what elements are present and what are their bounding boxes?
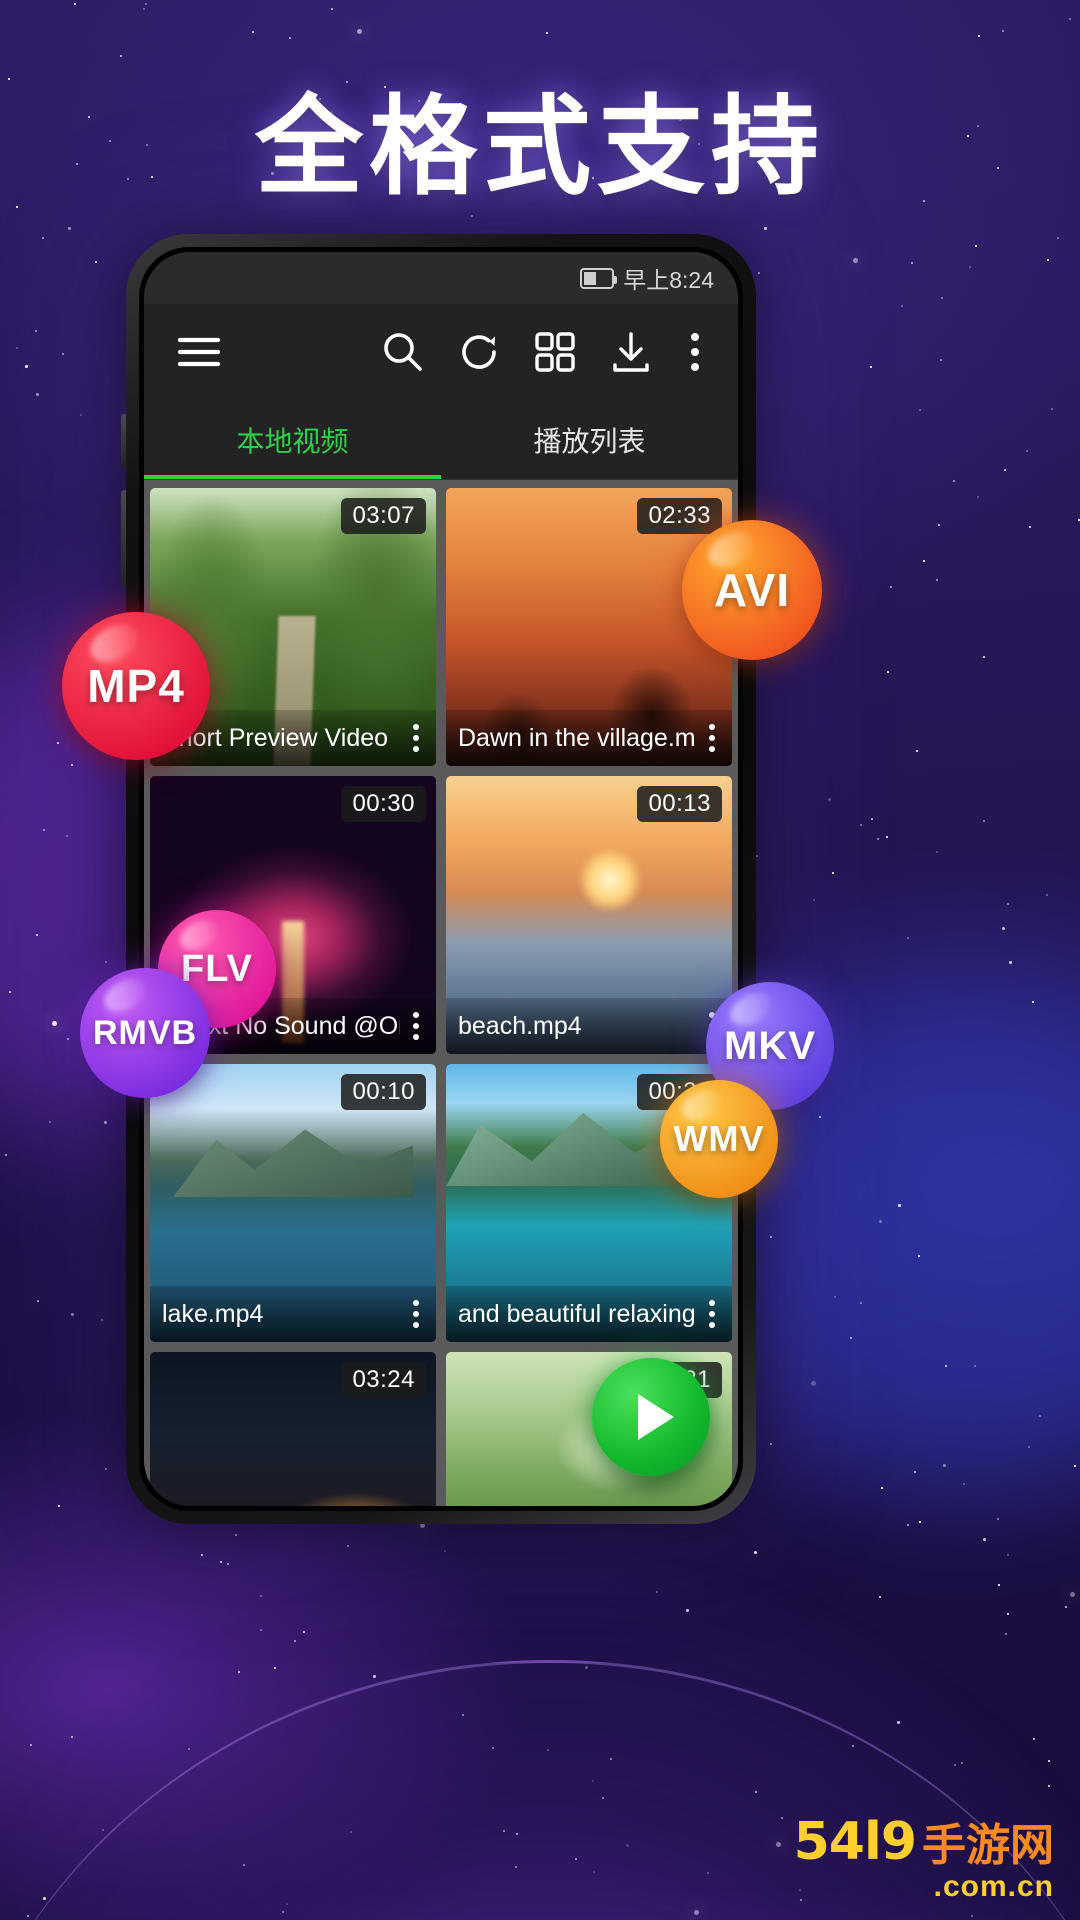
video-title: Dawn in the village.mp4	[458, 723, 696, 752]
watermark-main: 54l9	[793, 1812, 917, 1872]
tab-local-videos-label: 本地视频	[236, 424, 349, 458]
format-bubble-avi: AVI	[682, 520, 822, 660]
video-caption: lake.mp4	[150, 1286, 436, 1342]
status-time: 早上8:24	[623, 267, 714, 293]
format-bubble-label: RMVB	[92, 1013, 198, 1052]
format-bubble-label: MP4	[87, 660, 185, 712]
play-fab-button[interactable]	[592, 1358, 710, 1476]
status-bar: 早上8:24	[144, 252, 738, 304]
video-duration: 03:24	[341, 1362, 426, 1398]
video-duration: 03:07	[341, 498, 426, 534]
watermark-cn: 手游网	[922, 1821, 1054, 1870]
watermark-domain: .com.cn	[933, 1870, 1054, 1903]
video-duration: 00:13	[637, 786, 722, 822]
video-card[interactable]: 03:24k drone video of the cra	[150, 1352, 436, 1506]
play-icon	[638, 1394, 674, 1440]
search-icon[interactable]	[374, 323, 432, 381]
video-title: and beautiful relaxing m	[458, 1299, 696, 1328]
format-bubble-label: FLV	[181, 947, 253, 990]
video-card[interactable]: 02:33 Dawn in the village.mp4	[446, 488, 732, 766]
page-title: 全格式支持	[254, 85, 825, 210]
format-bubble-label: MKV	[724, 1023, 816, 1068]
video-title: lake.mp4	[162, 1299, 264, 1328]
site-watermark: 54l9 手游网 .com.cn	[794, 1816, 1054, 1902]
tab-bar: 本地视频 播放列表	[144, 400, 738, 480]
video-caption: beach.mp4	[446, 998, 732, 1054]
phone-volume-button	[121, 414, 126, 468]
video-duration: 00:30	[341, 786, 426, 822]
video-title: beach.mp4	[458, 1011, 582, 1040]
format-bubble-mp4: MP4	[62, 612, 210, 760]
menu-icon[interactable]	[170, 323, 228, 381]
video-more-icon[interactable]	[400, 724, 432, 752]
video-more-icon[interactable]	[400, 1012, 432, 1040]
video-card[interactable]: 00:13 beach.mp4	[446, 776, 732, 1054]
video-title: Short Preview Video	[162, 723, 389, 752]
video-more-icon[interactable]	[400, 1300, 432, 1328]
format-bubble-label: WMV	[673, 1118, 765, 1159]
video-duration: 02:33	[637, 498, 722, 534]
app-toolbar	[144, 304, 738, 400]
format-bubble-label: AVI	[713, 564, 791, 616]
format-bubble-rmvb: RMVB	[80, 968, 210, 1098]
grid-view-icon[interactable]	[526, 323, 584, 381]
video-caption: Dawn in the village.mp4	[446, 710, 732, 766]
battery-icon	[580, 267, 618, 289]
download-icon[interactable]	[602, 323, 660, 381]
video-duration: 00:10	[341, 1074, 426, 1110]
phone-mockup: 早上8:24 本地视频 播放列表 03:07 Short Preview Vid…	[121, 234, 756, 1524]
more-vertical-icon[interactable]	[678, 323, 712, 381]
refresh-icon[interactable]	[450, 323, 508, 381]
video-more-icon[interactable]	[696, 1300, 728, 1328]
video-caption: and beautiful relaxing m	[446, 1286, 732, 1342]
phone-screen: 早上8:24 本地视频 播放列表 03:07 Short Preview Vid…	[144, 252, 738, 1506]
phone-power-button	[121, 490, 126, 586]
video-more-icon[interactable]	[696, 724, 728, 752]
tab-playlist-label: 播放列表	[533, 424, 646, 458]
video-card[interactable]: 00:10 lake.mp4	[150, 1064, 436, 1342]
tab-playlist[interactable]: 播放列表	[441, 400, 738, 479]
tab-local-videos[interactable]: 本地视频	[144, 400, 441, 479]
format-bubble-wmv: WMV	[660, 1080, 778, 1198]
